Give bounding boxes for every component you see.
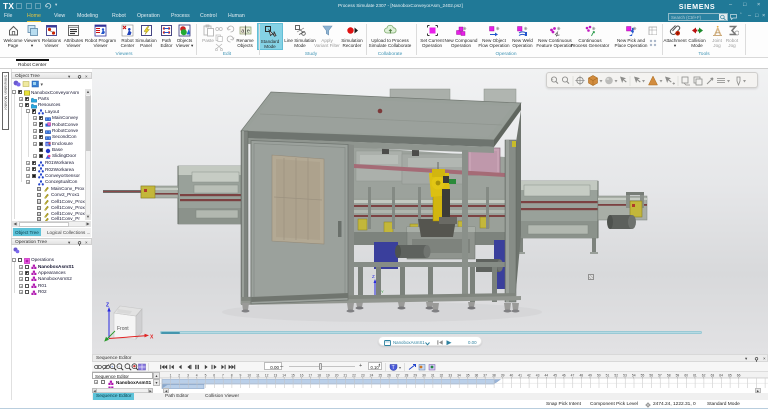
svg-text:62: 62 — [702, 373, 706, 377]
svg-text:4: 4 — [196, 373, 198, 377]
svg-text:▾: ▾ — [41, 82, 44, 88]
svg-text:61: 61 — [693, 373, 697, 377]
svg-text:15: 15 — [291, 373, 295, 377]
svg-text:21: 21 — [343, 373, 347, 377]
svg-text:19: 19 — [326, 373, 330, 377]
svg-text:16: 16 — [300, 373, 304, 377]
svg-text:e: e — [246, 29, 249, 35]
svg-text:Z: Z — [372, 274, 375, 279]
svg-text:40: 40 — [510, 373, 514, 377]
svg-text:50: 50 — [597, 373, 601, 377]
svg-text:56: 56 — [649, 373, 653, 377]
svg-text:48: 48 — [579, 373, 583, 377]
svg-text:9: 9 — [239, 373, 241, 377]
svg-text:29: 29 — [413, 373, 417, 377]
svg-text:66: 66 — [737, 373, 741, 377]
svg-text:59: 59 — [676, 373, 680, 377]
svg-text:25: 25 — [378, 373, 382, 377]
svg-text:37: 37 — [483, 373, 487, 377]
svg-text:T: T — [392, 365, 395, 371]
svg-text:26: 26 — [387, 373, 391, 377]
svg-text:27: 27 — [396, 373, 400, 377]
svg-text:13: 13 — [274, 373, 278, 377]
svg-text:+: + — [551, 77, 554, 82]
svg-text:2: 2 — [178, 373, 180, 377]
svg-text:5: 5 — [205, 373, 207, 377]
svg-text:57: 57 — [658, 373, 662, 377]
svg-text:41: 41 — [518, 373, 522, 377]
svg-text:42: 42 — [527, 373, 531, 377]
svg-text:43: 43 — [536, 373, 540, 377]
svg-text:22: 22 — [352, 373, 356, 377]
svg-text:28: 28 — [405, 373, 409, 377]
svg-text:64: 64 — [719, 373, 723, 377]
svg-text:Front: Front — [117, 326, 129, 332]
svg-text:8: 8 — [231, 373, 233, 377]
svg-text:46: 46 — [562, 373, 566, 377]
svg-text:11: 11 — [256, 373, 260, 377]
svg-text:60: 60 — [684, 373, 688, 377]
svg-text:3: 3 — [187, 373, 189, 377]
svg-text:39: 39 — [501, 373, 505, 377]
svg-text:18: 18 — [317, 373, 321, 377]
svg-text:55: 55 — [641, 373, 645, 377]
svg-text:Y: Y — [381, 289, 384, 294]
svg-text:58: 58 — [667, 373, 671, 377]
svg-text:Z: Z — [106, 303, 109, 309]
svg-text:24: 24 — [370, 373, 374, 377]
svg-text:35: 35 — [466, 373, 470, 377]
svg-text:51: 51 — [606, 373, 610, 377]
svg-text:47: 47 — [571, 373, 575, 377]
svg-text:45: 45 — [553, 373, 557, 377]
svg-text:X: X — [150, 335, 154, 341]
svg-text:31: 31 — [431, 373, 435, 377]
svg-text:17: 17 — [308, 373, 312, 377]
svg-text:38: 38 — [492, 373, 496, 377]
svg-text:20: 20 — [335, 373, 339, 377]
svg-text:7: 7 — [222, 373, 224, 377]
svg-text:34: 34 — [457, 373, 461, 377]
svg-text:10: 10 — [247, 373, 251, 377]
svg-text:36: 36 — [475, 373, 479, 377]
svg-text:23: 23 — [361, 373, 365, 377]
svg-text:52: 52 — [614, 373, 618, 377]
svg-text:-: - — [118, 363, 120, 368]
svg-text:53: 53 — [623, 373, 627, 377]
svg-text:65: 65 — [728, 373, 732, 377]
svg-text:1: 1 — [170, 373, 172, 377]
svg-text:33: 33 — [448, 373, 452, 377]
svg-text:6: 6 — [213, 373, 215, 377]
svg-text:14: 14 — [282, 373, 286, 377]
svg-text:63: 63 — [711, 373, 715, 377]
svg-text:30: 30 — [422, 373, 426, 377]
svg-text:32: 32 — [440, 373, 444, 377]
svg-text:44: 44 — [544, 373, 548, 377]
svg-text:49: 49 — [588, 373, 592, 377]
svg-text:12: 12 — [265, 373, 269, 377]
svg-text:54: 54 — [632, 373, 636, 377]
